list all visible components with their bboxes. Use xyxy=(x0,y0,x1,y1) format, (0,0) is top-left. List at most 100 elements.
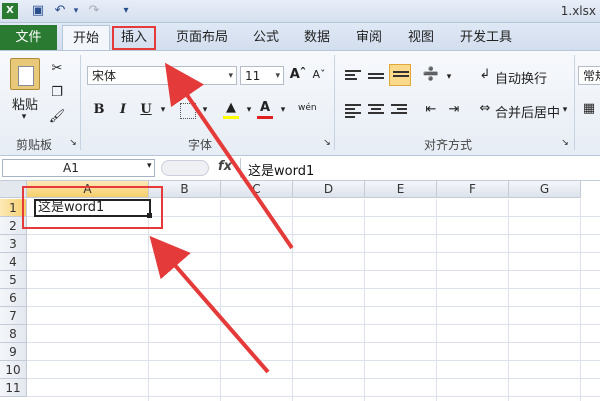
group-separator xyxy=(80,55,81,150)
merge-center-button[interactable]: 合并后居中 xyxy=(495,102,560,121)
row-header-3[interactable]: 3 xyxy=(0,235,27,253)
formula-input[interactable]: 这是word1 xyxy=(248,160,314,179)
wrap-text-icon[interactable]: ↲ xyxy=(476,66,494,84)
clipboard-group-label: 剪贴板 xyxy=(15,138,52,152)
column-header-g[interactable]: G xyxy=(509,181,581,198)
customize-toolbar-icon[interactable]: ▾ xyxy=(118,3,134,19)
tab-review[interactable]: 审阅 xyxy=(350,25,388,50)
font-group-label: 字体 xyxy=(187,138,212,152)
tab-page-layout[interactable]: 页面布局 xyxy=(170,25,234,50)
merge-center-icon[interactable]: ⇔ xyxy=(476,100,494,118)
cell-a1-highlight xyxy=(22,186,163,229)
alignment-group-label: 对齐方式 xyxy=(423,138,472,152)
decrease-indent-icon[interactable]: ⇤ xyxy=(422,101,440,119)
fill-color-icon[interactable]: ▲ xyxy=(222,99,240,117)
copy-icon[interactable]: ❐ xyxy=(48,84,66,102)
excel-logo-icon: X xyxy=(2,3,18,19)
group-separator xyxy=(334,55,335,150)
row-header-11[interactable]: 11 xyxy=(0,379,27,397)
grid-column-line xyxy=(148,199,149,401)
tab-home[interactable]: 开始 xyxy=(62,25,110,51)
format-painter-icon[interactable]: 🖌 xyxy=(48,108,66,126)
font-color-swatch xyxy=(257,116,273,119)
grid-row-line xyxy=(27,396,600,397)
row-header-8[interactable]: 8 xyxy=(0,325,27,343)
column-header-e[interactable]: E xyxy=(365,181,437,198)
align-middle-icon[interactable] xyxy=(368,71,384,85)
grid-row-line xyxy=(27,360,600,361)
decrease-font-icon[interactable]: Aˇ xyxy=(310,66,328,84)
number-format-select[interactable]: 常规 xyxy=(578,66,600,85)
paste-icon[interactable] xyxy=(10,58,40,90)
insert-tab-highlight xyxy=(112,26,156,50)
window-title: 1.xlsx xyxy=(560,4,596,18)
cut-icon[interactable]: ✂ xyxy=(48,60,66,78)
font-name-select[interactable]: 宋体 ▾ xyxy=(87,66,237,85)
paste-dropdown-icon[interactable]: ▾ xyxy=(14,112,34,122)
tab-file[interactable]: 文件 xyxy=(0,25,57,50)
grid-column-line xyxy=(508,199,509,401)
insert-function-button[interactable]: fx xyxy=(218,159,232,174)
grid-row-line xyxy=(27,342,600,343)
borders-dropdown-icon[interactable]: ▾ xyxy=(196,101,214,119)
grid-column-line xyxy=(580,199,581,401)
phonetic-guide-icon[interactable]: wén xyxy=(298,99,317,117)
undo-icon[interactable]: ↶ xyxy=(52,3,68,19)
grid-row-line xyxy=(27,306,600,307)
formula-bar-resize-handle[interactable] xyxy=(161,160,209,176)
tab-view[interactable]: 视图 xyxy=(402,25,440,50)
group-separator xyxy=(574,55,575,150)
merge-dropdown-icon[interactable]: ▾ xyxy=(556,101,574,119)
grid-column-line xyxy=(364,199,365,401)
name-box[interactable]: A1 xyxy=(2,159,155,177)
grid-row-line xyxy=(27,234,600,235)
tab-developer[interactable]: 开发工具 xyxy=(454,25,518,50)
row-header-5[interactable]: 5 xyxy=(0,271,27,289)
grid-column-line xyxy=(436,199,437,401)
align-bottom-button[interactable] xyxy=(389,64,411,86)
row-header-7[interactable]: 7 xyxy=(0,307,27,325)
alignment-launcher-icon[interactable]: ↘ xyxy=(556,134,574,152)
font-color-icon[interactable]: A xyxy=(256,99,274,117)
increase-indent-icon[interactable]: ⇥ xyxy=(445,101,463,119)
borders-icon[interactable] xyxy=(180,103,196,119)
name-box-dropdown-icon[interactable]: ▾ xyxy=(147,161,152,171)
bold-button[interactable]: B xyxy=(90,101,108,119)
orientation-icon[interactable]: ➗ xyxy=(422,66,440,84)
row-header-6[interactable]: 6 xyxy=(0,289,27,307)
grid-row-line xyxy=(27,288,600,289)
column-header-d[interactable]: D xyxy=(293,181,365,198)
underline-dropdown-icon[interactable]: ▾ xyxy=(154,101,172,119)
orientation-dropdown-icon[interactable]: ▾ xyxy=(440,68,458,86)
grid-row-line xyxy=(27,252,600,253)
underline-button[interactable]: U xyxy=(137,101,155,119)
align-right-icon[interactable] xyxy=(391,102,407,116)
grid-column-line xyxy=(220,199,221,401)
italic-button[interactable]: I xyxy=(114,101,132,119)
column-header-f[interactable]: F xyxy=(437,181,509,198)
currency-format-icon[interactable]: ▦ xyxy=(580,100,598,118)
increase-font-icon[interactable]: Aˆ xyxy=(289,66,307,84)
paste-button-label[interactable]: 粘贴 xyxy=(10,94,40,113)
save-icon[interactable]: ▣ xyxy=(30,3,46,19)
undo-dropdown-icon[interactable]: ▾ xyxy=(68,3,84,19)
grid-row-line xyxy=(27,378,600,379)
grid-row-line xyxy=(27,324,600,325)
fill-color-swatch xyxy=(223,116,239,119)
grid-column-line xyxy=(292,199,293,401)
row-header-4[interactable]: 4 xyxy=(0,253,27,271)
align-center-icon[interactable] xyxy=(368,102,384,116)
row-header-9[interactable]: 9 xyxy=(0,343,27,361)
font-size-select[interactable]: 11 ▾ xyxy=(240,66,284,85)
align-left-icon[interactable] xyxy=(345,102,361,118)
grid-row-line xyxy=(27,270,600,271)
redo-icon[interactable]: ↷ xyxy=(86,3,102,19)
font-color-dropdown-icon[interactable]: ▾ xyxy=(274,101,292,119)
tab-formulas[interactable]: 公式 xyxy=(247,25,285,50)
column-header-c[interactable]: C xyxy=(221,181,293,198)
formula-divider xyxy=(240,158,241,178)
wrap-text-button[interactable]: 自动换行 xyxy=(495,68,547,87)
align-top-icon[interactable] xyxy=(345,68,361,82)
row-header-10[interactable]: 10 xyxy=(0,361,27,379)
tab-data[interactable]: 数据 xyxy=(298,25,336,50)
